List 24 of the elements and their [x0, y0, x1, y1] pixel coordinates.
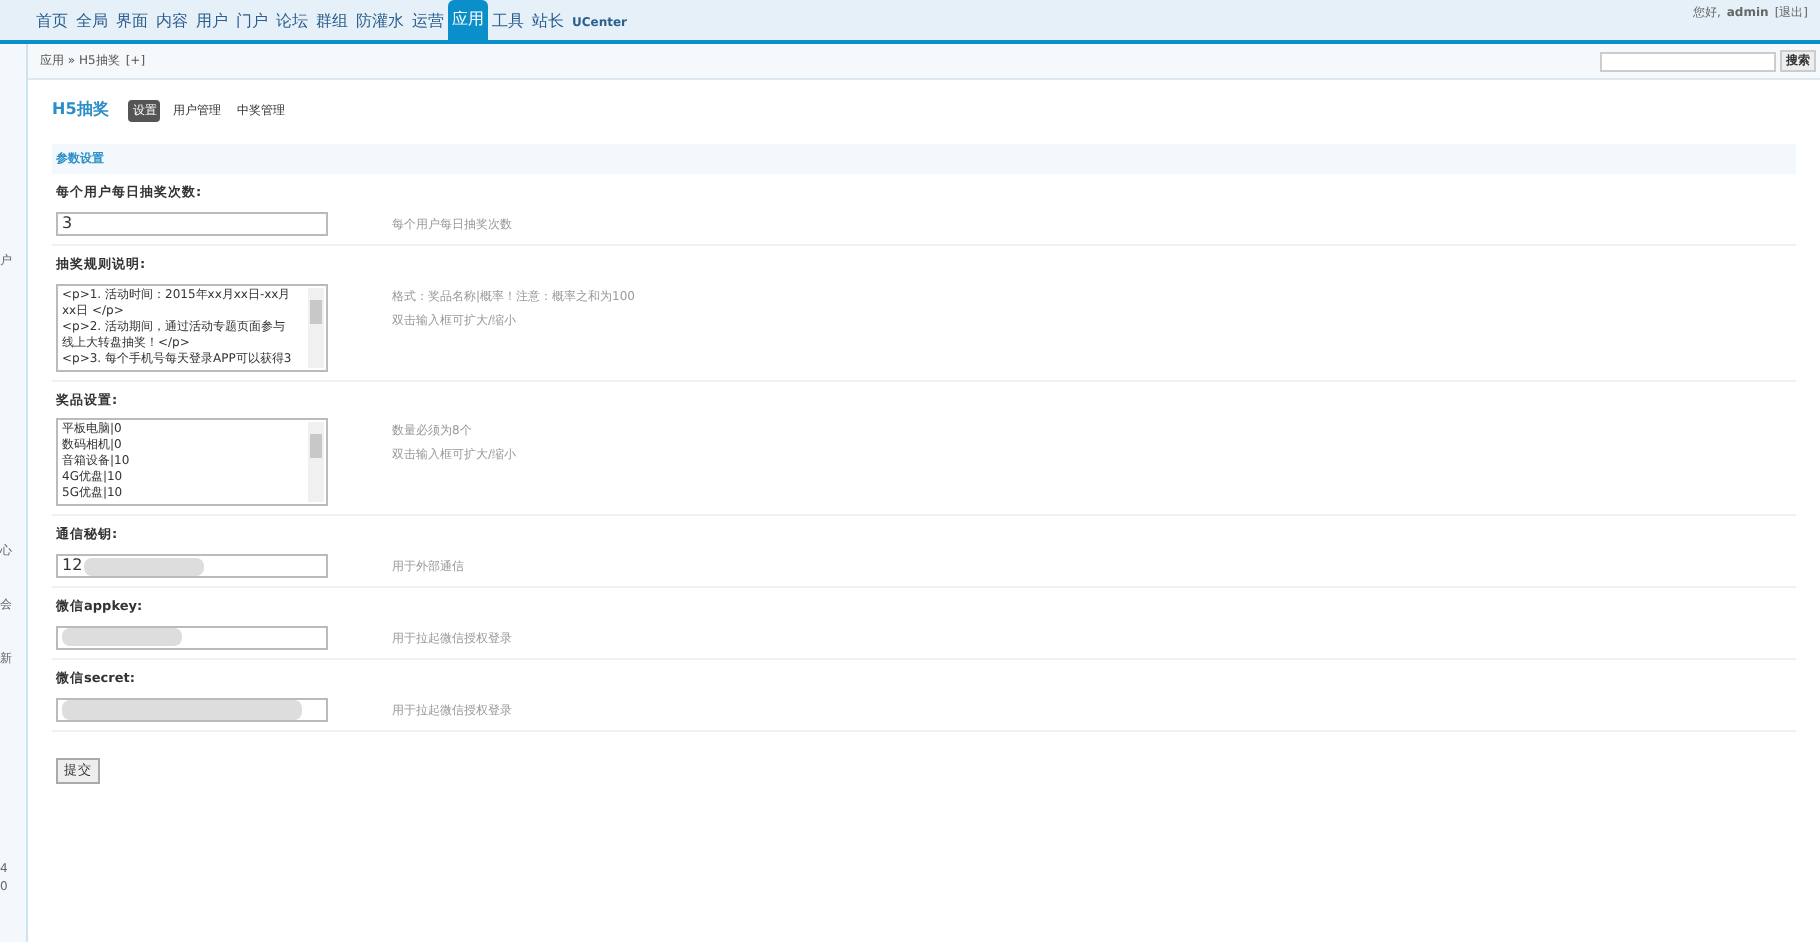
nav-tab[interactable]: 界面: [112, 4, 152, 40]
input-field[interactable]: 3: [56, 211, 328, 236]
input-field[interactable]: 12: [56, 554, 328, 578]
nav-tab[interactable]: 论坛: [272, 4, 312, 40]
nav-tab[interactable]: 防灌水: [352, 4, 408, 40]
nav-tab[interactable]: 内容: [152, 4, 192, 40]
nav-tab[interactable]: 群组: [312, 4, 352, 40]
nav-tab[interactable]: 全局: [72, 4, 112, 40]
field-value: 12: [62, 554, 83, 578]
input-field[interactable]: [56, 625, 328, 650]
redaction-block: [84, 557, 205, 575]
input-field[interactable]: [56, 697, 328, 721]
search-field[interactable]: [1600, 51, 1776, 71]
scrollbar-icon: [308, 422, 324, 503]
scrollbar-icon: [308, 287, 324, 367]
nav-tab[interactable]: 工具: [488, 4, 528, 40]
nav-tab[interactable]: 用户: [192, 4, 232, 40]
nav-tab[interactable]: 运营: [408, 4, 448, 40]
nav-tab[interactable]: 站长: [528, 4, 568, 40]
redaction-block: [62, 628, 182, 647]
nav-tab[interactable]: 应用: [448, 0, 488, 40]
plugin-title: H5抽奖: [52, 98, 109, 122]
nav-tab[interactable]: 首页: [32, 4, 72, 40]
nav-tab[interactable]: 门户: [232, 4, 272, 40]
